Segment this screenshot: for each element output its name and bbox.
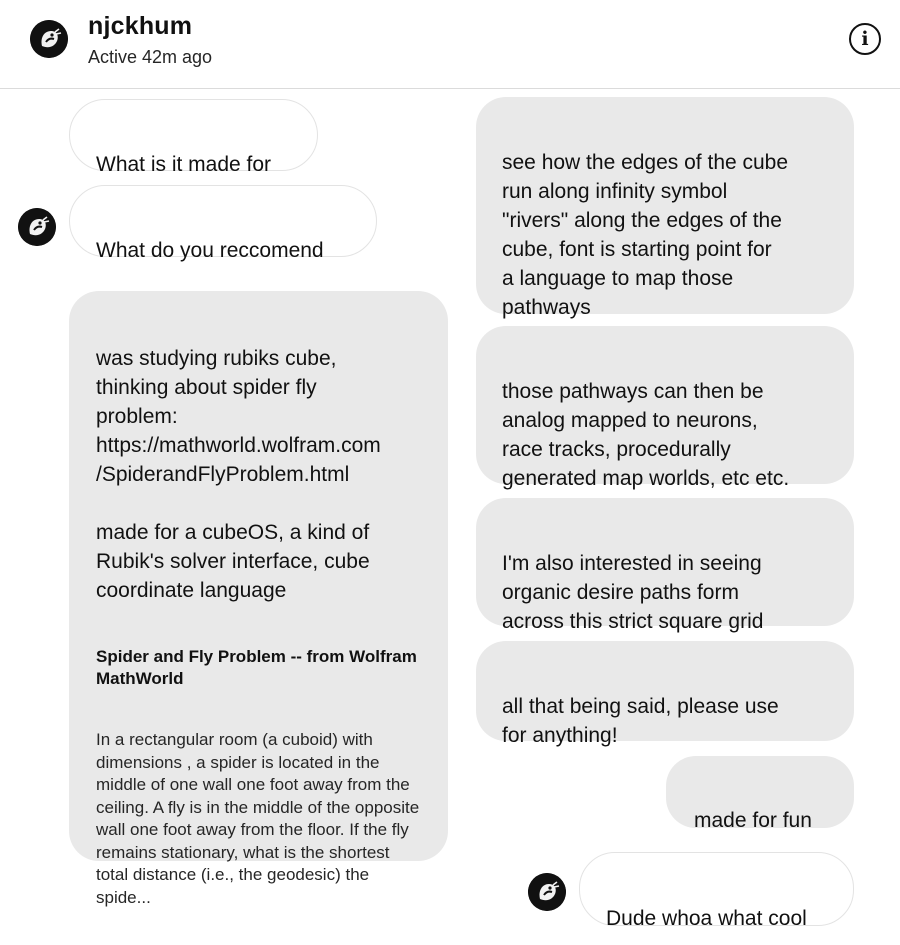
message-text: all that being said, please use for anyt… (502, 695, 779, 747)
active-status: Active 42m ago (88, 47, 213, 67)
message-sent-2[interactable]: those pathways can then be analog mapped… (476, 326, 854, 490)
message-received-4[interactable]: Dude whoa what cool (579, 852, 854, 930)
chat-username[interactable]: njckhum (88, 12, 192, 41)
avatar-icon[interactable] (528, 873, 566, 911)
message-received-2[interactable]: What do you reccomend (69, 185, 377, 262)
message-sent-3[interactable]: I'm also interested in seeing organic de… (476, 498, 854, 633)
chat-page: njckhum Active 42m ago i What is it made… (0, 0, 900, 945)
message-text: was studying rubiks cube, thinking about… (96, 347, 381, 602)
message-text: What do you reccomend (96, 239, 324, 262)
message-text: I'm also interested in seeing organic de… (502, 552, 764, 633)
message-text: Dude whoa what cool (606, 907, 807, 930)
avatar-icon[interactable] (30, 20, 68, 58)
message-text: made for fun (694, 809, 812, 832)
chat-header: njckhum Active 42m ago i (0, 0, 900, 89)
message-text: see how the edges of the cube run along … (502, 151, 789, 319)
message-sent-5[interactable]: made for fun (666, 756, 854, 832)
info-icon[interactable]: i (849, 23, 881, 55)
message-text: those pathways can then be analog mapped… (502, 380, 790, 490)
message-sent-4[interactable]: all that being said, please use for anyt… (476, 641, 854, 747)
message-received-1[interactable]: What is it made for (69, 99, 318, 176)
link-preview-title[interactable]: Spider and Fly Problem -- from Wolfram M… (96, 646, 421, 690)
avatar-icon[interactable] (18, 208, 56, 246)
message-received-3[interactable]: was studying rubiks cube, thinking about… (69, 291, 448, 907)
link-preview-description: In a rectangular room (a cuboid) with di… (96, 730, 420, 907)
message-sent-1[interactable]: see how the edges of the cube run along … (476, 97, 854, 319)
message-text: What is it made for (96, 153, 272, 176)
